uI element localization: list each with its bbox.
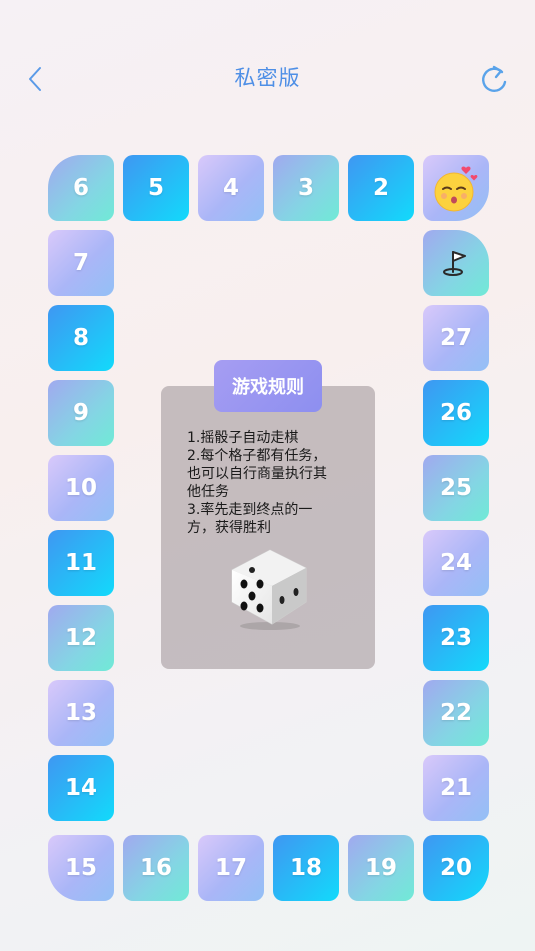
board-tile-19[interactable]: 19 bbox=[348, 835, 414, 901]
board-tile-9[interactable]: 9 bbox=[48, 380, 114, 446]
board-tile-10[interactable]: 10 bbox=[48, 455, 114, 521]
rules-text: 1.摇骰子自动走棋 2.每个格子都有任务， 也可以自行商量执行其 他任务 3.率… bbox=[187, 429, 359, 537]
flag-icon bbox=[443, 251, 466, 276]
board-tile-23[interactable]: 23 bbox=[423, 605, 489, 671]
board-tile-13[interactable]: 13 bbox=[48, 680, 114, 746]
board-tile-11[interactable]: 11 bbox=[48, 530, 114, 596]
board-tile-24[interactable]: 24 bbox=[423, 530, 489, 596]
board-tile-4[interactable]: 4 bbox=[198, 155, 264, 221]
rules-line: 1.摇骰子自动走棋 bbox=[187, 430, 299, 446]
board-tile-12[interactable]: 12 bbox=[48, 605, 114, 671]
rules-line: 3.率先走到终点的一 bbox=[187, 502, 313, 518]
refresh-button[interactable] bbox=[477, 60, 511, 96]
page-title: 私密版 bbox=[234, 66, 301, 90]
board-tile-finish[interactable] bbox=[423, 230, 489, 296]
board-tile-5[interactable]: 5 bbox=[123, 155, 189, 221]
board-tile-26[interactable]: 26 bbox=[423, 380, 489, 446]
rules-line: 也可以自行商量执行其 bbox=[187, 466, 327, 482]
board-tile-27[interactable]: 27 bbox=[423, 305, 489, 371]
board-tile-8[interactable]: 8 bbox=[48, 305, 114, 371]
board-tile-20[interactable]: 20 bbox=[423, 835, 489, 901]
board-tile-14[interactable]: 14 bbox=[48, 755, 114, 821]
board-tile-2[interactable]: 2 bbox=[348, 155, 414, 221]
board-tile-15[interactable]: 15 bbox=[48, 835, 114, 901]
board-tile-16[interactable]: 16 bbox=[123, 835, 189, 901]
dice-icon bbox=[231, 549, 307, 630]
board-tile-6[interactable]: 6 bbox=[48, 155, 114, 221]
refresh-icon bbox=[482, 65, 507, 92]
board-tile-3[interactable]: 3 bbox=[273, 155, 339, 221]
board-tile-21[interactable]: 21 bbox=[423, 755, 489, 821]
board-tile-25[interactable]: 25 bbox=[423, 455, 489, 521]
board-tile-7[interactable]: 7 bbox=[48, 230, 114, 296]
board-tile-22[interactable]: 22 bbox=[423, 680, 489, 746]
board-tile-18[interactable]: 18 bbox=[273, 835, 339, 901]
board-tile-start[interactable] bbox=[423, 155, 489, 221]
kissing-face-emoji-icon bbox=[434, 166, 478, 212]
rules-line: 方，获得胜利 bbox=[187, 520, 271, 536]
rules-title: 游戏规则 bbox=[214, 360, 322, 412]
dice-button[interactable] bbox=[222, 540, 314, 632]
board-tile-17[interactable]: 17 bbox=[198, 835, 264, 901]
rules-line: 2.每个格子都有任务， bbox=[187, 448, 327, 464]
rules-line: 他任务 bbox=[187, 484, 229, 500]
header: 私密版 bbox=[0, 0, 535, 150]
